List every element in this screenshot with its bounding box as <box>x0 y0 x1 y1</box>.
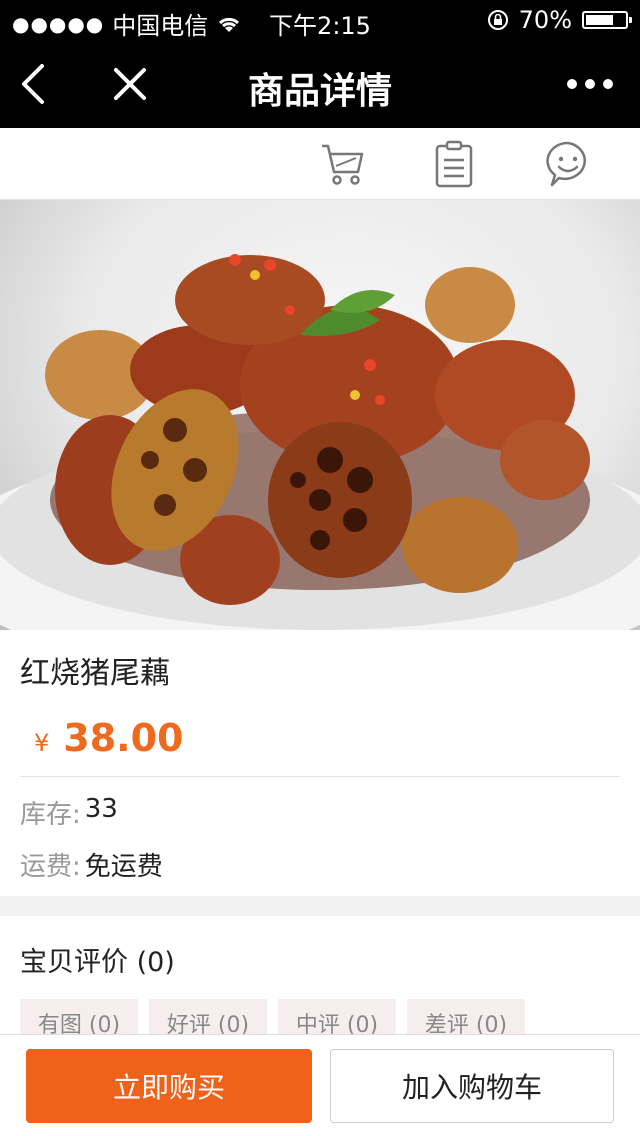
smiley-icon[interactable] <box>544 140 592 188</box>
clipboard-icon[interactable] <box>430 140 478 188</box>
shop-toolbar <box>0 128 640 200</box>
stock-value: 33 <box>84 794 118 824</box>
braised-dish-illustration <box>0 254 640 630</box>
battery-icon <box>582 11 632 29</box>
status-right: 70% <box>487 6 632 34</box>
more-icon[interactable] <box>566 76 614 92</box>
product-image <box>0 200 640 630</box>
bottom-action-bar: 立即购买 加入购物车 <box>0 1034 640 1136</box>
shipping-label: 运费: <box>20 852 81 882</box>
shipping-row: 运费: 免运费 <box>20 846 163 883</box>
divider <box>20 776 620 777</box>
product-price: ¥ 38.00 <box>34 716 183 760</box>
nav-bar: 商品详情 <box>0 40 640 128</box>
add-to-cart-button[interactable]: 加入购物车 <box>330 1049 614 1123</box>
currency-symbol: ¥ <box>34 729 50 757</box>
cart-icon[interactable] <box>318 140 366 188</box>
battery-level <box>586 15 613 25</box>
price-value: 38.00 <box>63 716 184 760</box>
buy-now-button[interactable]: 立即购买 <box>26 1049 312 1123</box>
stock-row: 库存: 33 <box>20 794 118 831</box>
page-title: 商品详情 <box>247 71 392 112</box>
stock-label: 库存: <box>20 800 81 830</box>
rotation-lock-icon <box>487 10 508 30</box>
product-name: 红烧猪尾藕 <box>20 656 170 691</box>
shipping-value: 免运费 <box>84 852 163 882</box>
status-bar: ●●●●● 中国电信 下午2:15 70% <box>0 0 640 40</box>
product-info: 红烧猪尾藕 ¥ 38.00 库存: 33 运费: 免运费 <box>0 630 640 896</box>
reviews-heading: 宝贝评价 (0) <box>20 947 175 978</box>
battery-percent: 70% <box>518 6 572 34</box>
